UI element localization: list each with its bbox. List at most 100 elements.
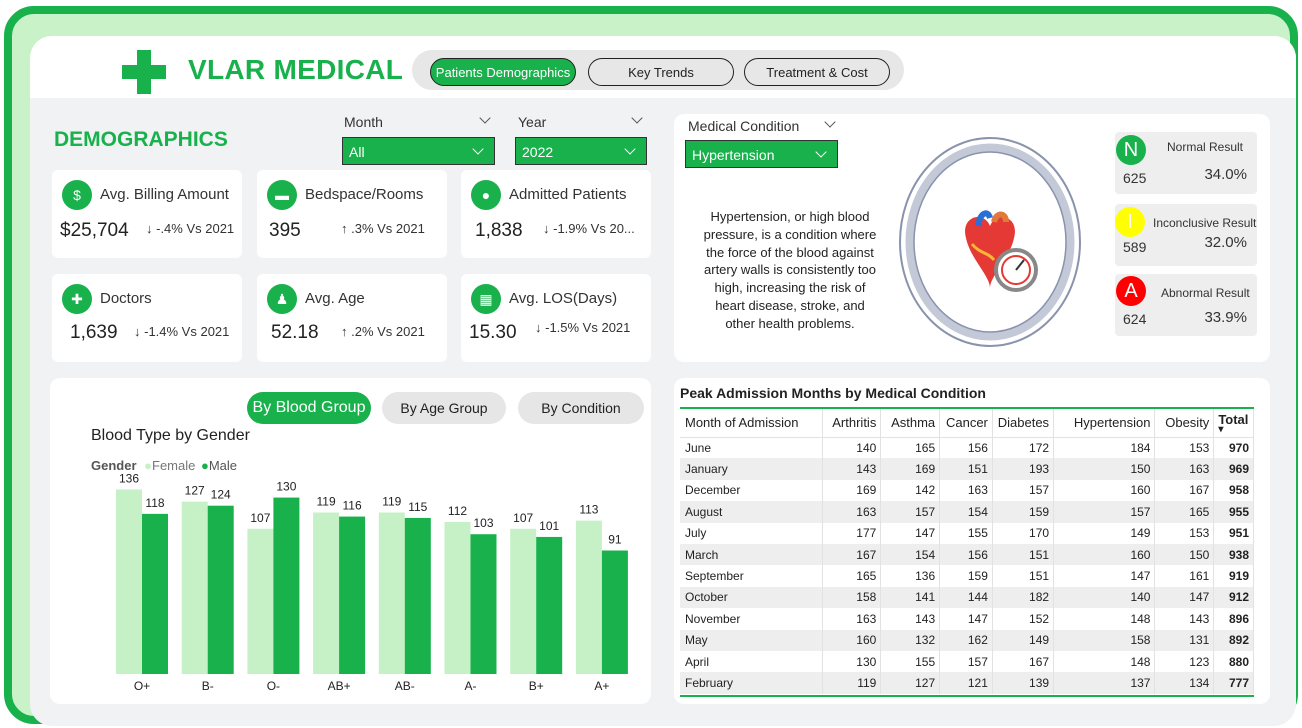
- column-header[interactable]: Asthma: [880, 409, 941, 438]
- inconclusive-result-badge: I: [1115, 207, 1145, 237]
- kpi-value: 1,838: [475, 220, 523, 241]
- table-bottom-rule: [680, 695, 1254, 697]
- table-row[interactable]: September 165 136 159 151 147 161 919: [680, 565, 1254, 587]
- condition-select[interactable]: Hypertension: [685, 140, 838, 168]
- chevron-down-icon[interactable]: [824, 116, 836, 128]
- table-cell: 136: [880, 565, 941, 587]
- table-row[interactable]: April 130 155 157 167 148 123 880: [680, 650, 1254, 673]
- bar-male-O+[interactable]: [142, 513, 168, 674]
- bar-male-A-[interactable]: [470, 534, 497, 674]
- column-header[interactable]: Obesity: [1154, 409, 1215, 438]
- column-header[interactable]: Month of Admission: [680, 409, 823, 438]
- data-label: 103: [473, 516, 493, 530]
- table-cell: 165: [822, 565, 882, 587]
- medical-condition-panel: Medical Condition Hypertension Hypertens…: [674, 114, 1270, 362]
- table-row[interactable]: July 177 147 155 170 149 153 951: [680, 522, 1254, 544]
- table-cell: 144: [939, 586, 993, 609]
- data-label: 113: [579, 503, 598, 517]
- bar-male-AB-[interactable]: [404, 517, 431, 674]
- table-cell: 154: [880, 543, 941, 566]
- bar-male-B+[interactable]: [536, 536, 563, 674]
- bar-female-AB-[interactable]: [378, 512, 405, 675]
- table-cell: 157: [880, 501, 941, 523]
- table-row[interactable]: October 158 141 144 182 140 147 912: [680, 586, 1254, 609]
- column-header[interactable]: Arthritis: [822, 409, 882, 438]
- chevron-down-icon[interactable]: [631, 112, 643, 124]
- bar-male-AB+[interactable]: [339, 516, 366, 674]
- bed-icon: ▬: [267, 180, 297, 210]
- month-select[interactable]: All: [342, 137, 495, 165]
- table-row[interactable]: March 167 154 156 151 160 150 938: [680, 543, 1254, 566]
- row-month-label: December: [680, 479, 823, 502]
- header-bar: VLAR MEDICAL Patients Demographics Key T…: [30, 36, 1296, 98]
- kpi-value: 15.30: [469, 322, 517, 343]
- bar-female-A+[interactable]: [575, 520, 602, 674]
- bar-male-B-[interactable]: [207, 505, 234, 674]
- table-cell: 151: [992, 543, 1055, 566]
- bar-female-O-[interactable]: [247, 528, 274, 674]
- row-total-cell: 892: [1213, 629, 1254, 651]
- table-row[interactable]: August 163 157 154 159 157 165 955: [680, 501, 1254, 523]
- row-total-cell: 896: [1213, 608, 1254, 630]
- admission-matrix-table: Month of Admission Arthritis Asthma Cancer D…: [680, 409, 1254, 694]
- tab-key-trends[interactable]: Key Trends: [588, 58, 734, 86]
- table-cell: 147: [1053, 565, 1156, 587]
- row-total-cell: 969: [1213, 458, 1254, 480]
- bar-female-B-[interactable]: [181, 501, 208, 674]
- kpi-card-avg-billing: $ Avg. Billing Amount $25,704 ↓ -.4% Vs …: [52, 170, 242, 258]
- nav-tab-group: Patients Demographics Key Trends Treatme…: [412, 50, 904, 90]
- table-row[interactable]: February 119 127 121 139 137 134 777: [680, 672, 1254, 694]
- table-row[interactable]: June 140 165 156 172 184 153 970: [680, 437, 1254, 459]
- column-header[interactable]: Hypertension: [1053, 409, 1156, 438]
- year-select[interactable]: 2022: [515, 137, 647, 165]
- column-header[interactable]: Diabetes: [992, 409, 1055, 438]
- table-title: Peak Admission Months by Medical Conditi…: [680, 385, 986, 401]
- column-header[interactable]: Cancer: [939, 409, 993, 438]
- table-cell: 147: [939, 608, 993, 630]
- chevron-down-icon[interactable]: [479, 112, 491, 124]
- table-row[interactable]: November 163 143 147 152 148 143 896: [680, 608, 1254, 630]
- table-cell: 130: [822, 650, 882, 673]
- kpi-change: ↓ -1.5% Vs 2021: [535, 320, 631, 335]
- table-cell: 137: [1053, 672, 1156, 694]
- table-cell: 163: [939, 479, 993, 502]
- dashboard-frame: VLAR MEDICAL Patients Demographics Key T…: [4, 6, 1298, 726]
- tab-patients-demographics[interactable]: Patients Demographics: [430, 58, 576, 86]
- row-month-label: August: [680, 501, 823, 523]
- tab-treatment-cost[interactable]: Treatment & Cost: [744, 58, 890, 86]
- table-cell: 152: [992, 608, 1055, 630]
- bar-female-B+[interactable]: [510, 528, 537, 674]
- bar-female-AB+[interactable]: [313, 512, 340, 675]
- heart-pressure-gauge-icon: [899, 137, 1081, 347]
- table-cell: 143: [1154, 608, 1215, 630]
- table-cell: 160: [822, 629, 882, 651]
- table-cell: 177: [822, 522, 882, 544]
- bar-female-O+[interactable]: [116, 489, 142, 674]
- kpi-change: ↓ -.4% Vs 2021: [146, 221, 235, 236]
- bar-female-A-[interactable]: [444, 522, 471, 674]
- kpi-label: Doctors: [100, 290, 152, 307]
- bar-male-A+[interactable]: [601, 550, 628, 675]
- bar-male-O-[interactable]: [273, 497, 300, 674]
- table-cell: 149: [992, 629, 1055, 651]
- x-tick-label: B+: [529, 679, 544, 693]
- table-row[interactable]: January 143 169 151 193 150 163 969: [680, 458, 1254, 480]
- table-row[interactable]: May 160 132 162 149 158 131 892: [680, 629, 1254, 651]
- row-total-cell: 919: [1213, 565, 1254, 587]
- peak-admission-table-panel: Peak Admission Months by Medical Conditi…: [674, 378, 1270, 704]
- table-cell: 150: [1154, 543, 1215, 566]
- kpi-label: Bedspace/Rooms: [305, 186, 424, 203]
- condition-filter-label: Medical Condition: [688, 118, 800, 134]
- result-percent: 33.9%: [1204, 309, 1247, 326]
- table-cell: 143: [880, 608, 941, 630]
- result-count: 589: [1123, 239, 1147, 255]
- table-row[interactable]: December 169 142 163 157 160 167 958: [680, 479, 1254, 502]
- column-header[interactable]: Total ▾: [1213, 409, 1254, 438]
- row-total-cell: 912: [1213, 586, 1254, 609]
- row-month-label: February: [680, 672, 823, 694]
- table-cell: 150: [1053, 458, 1156, 480]
- table-cell: 140: [1053, 586, 1156, 609]
- sort-desc-icon[interactable]: ▾: [1218, 425, 1249, 435]
- data-label: 119: [382, 495, 401, 509]
- condition-description: Hypertension, or high blood pressure, is…: [703, 209, 877, 331]
